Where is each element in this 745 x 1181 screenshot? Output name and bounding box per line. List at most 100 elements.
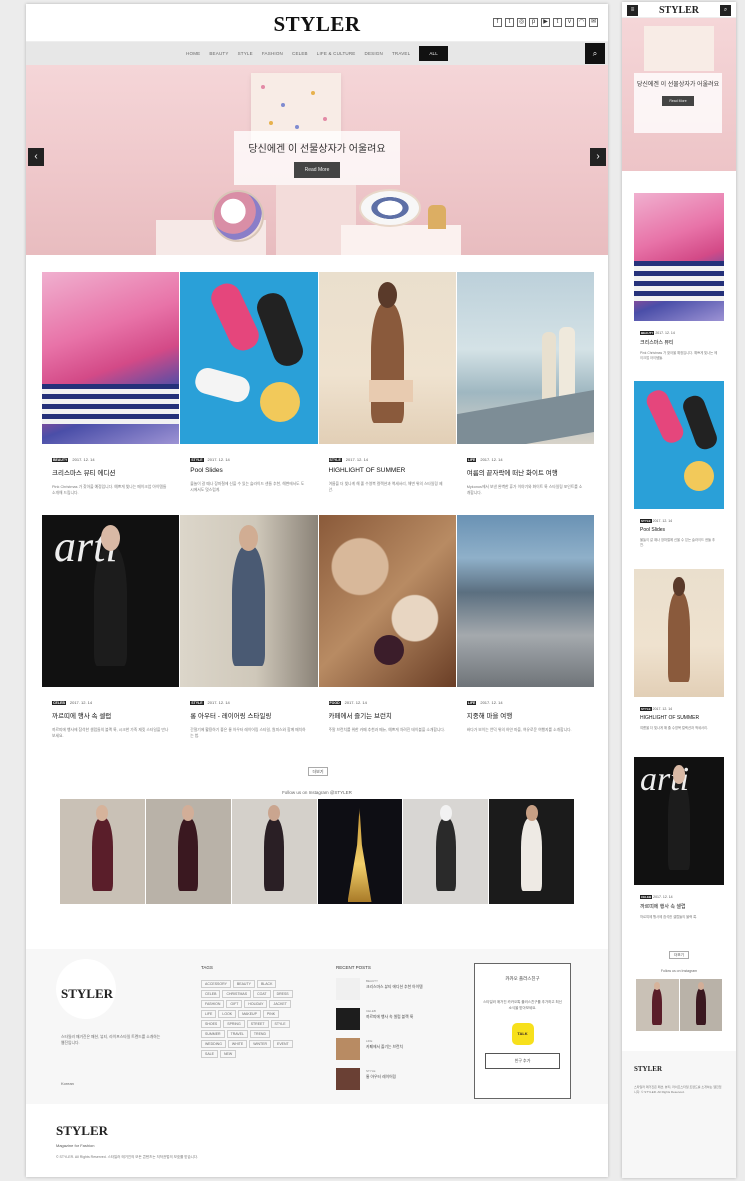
post-title[interactable]: 크리스마스 뷰티 에디션 <box>52 467 169 477</box>
tag-link[interactable]: WEDDING <box>201 1040 226 1048</box>
tag-link[interactable]: TREND <box>249 1030 270 1038</box>
mobile-footer-logo[interactable]: STYLER <box>634 1065 724 1073</box>
mobile-hero-title[interactable]: 당신에겐 이 선물상자가 어울려요 <box>634 81 722 89</box>
tag-link[interactable]: NEW <box>219 1050 237 1058</box>
recent-post[interactable]: LIFE 카페에서 즐기는 브런치 <box>336 1038 446 1060</box>
recent-post-thumb[interactable] <box>336 1038 360 1060</box>
nav-item-design[interactable]: DESIGN <box>365 51 383 56</box>
hero-title[interactable]: 당신에겐 이 선물상자가 어울려요 <box>234 140 400 155</box>
post-card[interactable]: LIFE 2017. 12. 14 지중해 마을 여행 바다가 보이는 언덕 위의… <box>456 515 594 739</box>
mobile-post-card[interactable]: STYLE 2017. 12. 14 HIGHLIGHT OF SUMMER 여… <box>634 569 724 757</box>
post-title[interactable]: 까르띠에 행사 속 셀럽 <box>640 903 718 910</box>
post-title[interactable]: HIGHLIGHT OF SUMMER <box>640 715 718 721</box>
tag-link[interactable]: LOOK <box>218 1010 237 1018</box>
tag-link[interactable]: STREET <box>246 1020 269 1028</box>
mobile-logo[interactable]: STYLER <box>622 2 736 16</box>
instagram-photo[interactable] <box>60 799 145 904</box>
instagram-photo[interactable] <box>489 799 574 904</box>
recent-post[interactable]: CELEB 까르띠에 행사 속 셀럽 블랙 룩 <box>336 1008 446 1030</box>
tag-link[interactable]: BLACK <box>256 980 277 988</box>
instagram-photo[interactable] <box>317 799 403 904</box>
post-title[interactable]: 크리스마스 뷰티 <box>640 339 718 346</box>
slider-next-icon[interactable]: › <box>590 148 606 166</box>
search-icon[interactable]: ⌕ <box>720 5 731 16</box>
tag-link[interactable]: EVENT <box>273 1040 293 1048</box>
post-title[interactable]: Pool Slides <box>190 467 307 474</box>
recent-post[interactable]: BEAUTY 크리스마스 뷰티 에디션 추천 아이템 <box>336 978 446 1000</box>
post-thumbnail[interactable] <box>318 272 456 444</box>
tag-link[interactable]: COAT <box>253 990 271 998</box>
tag-link[interactable]: DRESS <box>272 990 293 998</box>
recent-post[interactable]: STYLE 롱 아우터 레이어링 <box>336 1068 446 1090</box>
tag-link[interactable]: TRAVEL <box>226 1030 248 1038</box>
post-card[interactable]: LIFE 2017. 12. 14 여름의 끝자락에 떠난 화이트 여행 Myko… <box>456 272 594 496</box>
search-icon[interactable]: ⌕ <box>585 43 605 64</box>
recent-post-thumb[interactable] <box>336 1068 360 1090</box>
tag-link[interactable]: CELEB <box>201 990 221 998</box>
nav-item-style[interactable]: STYLE <box>238 51 253 56</box>
mobile-read-more-button[interactable]: Read More <box>662 96 694 106</box>
post-title[interactable]: 롱 아우터 - 레이어링 스타일링 <box>190 710 307 720</box>
tag-link[interactable]: LIFE <box>201 1010 217 1018</box>
tag-link[interactable]: GIFT <box>226 1000 243 1008</box>
tag-link[interactable]: SALE <box>201 1050 218 1058</box>
facebook-icon[interactable]: f <box>493 18 502 27</box>
twitter-icon[interactable]: t <box>505 18 514 27</box>
tag-link[interactable]: CHRISTMAS <box>222 990 252 998</box>
tag-link[interactable]: WHITE <box>227 1040 248 1048</box>
tag-link[interactable]: STYLE <box>270 1020 290 1028</box>
post-thumbnail[interactable] <box>318 515 456 687</box>
nav-item-celeb[interactable]: CELEB <box>292 51 308 56</box>
load-more-button[interactable]: 더보기 <box>308 767 328 776</box>
post-card[interactable]: FOOD 2017. 12. 14 카페에서 즐기는 브런치 주말 브런치를 위한… <box>318 515 456 739</box>
tag-link[interactable]: MAKEUP <box>238 1010 261 1018</box>
post-thumbnail[interactable] <box>42 272 180 444</box>
nav-item-fashion[interactable]: FASHION <box>262 51 283 56</box>
nav-item-home[interactable]: HOME <box>186 51 200 56</box>
post-title[interactable]: 카페에서 즐기는 브런치 <box>329 710 446 720</box>
post-thumbnail[interactable]: arti <box>42 515 180 687</box>
post-thumbnail[interactable]: arti <box>634 757 724 885</box>
post-title[interactable]: 까르띠에 행사 속 셀럽 <box>52 710 169 720</box>
post-thumbnail[interactable] <box>634 193 724 321</box>
mobile-post-card[interactable]: STYLE 2017. 12. 14 Pool Slides 물놀이 갈 때나 … <box>634 381 724 569</box>
menu-icon[interactable]: ≡ <box>627 5 638 16</box>
tag-link[interactable]: SHOES <box>201 1020 222 1028</box>
post-thumbnail[interactable] <box>634 569 724 697</box>
post-card[interactable]: STYLE 2017. 12. 14 HIGHLIGHT OF SUMMER 여름… <box>318 272 456 496</box>
pinterest-icon[interactable]: p <box>529 18 538 27</box>
rss-icon[interactable]: ◠ <box>577 18 586 27</box>
post-title[interactable]: Pool Slides <box>640 527 718 533</box>
nav-item-all[interactable]: ALL <box>419 46 448 61</box>
recent-post-title[interactable]: 크리스마스 뷰티 에디션 추천 아이템 <box>366 985 423 989</box>
post-title[interactable]: HIGHLIGHT OF SUMMER <box>329 467 446 474</box>
post-thumbnail[interactable] <box>634 381 724 509</box>
tag-link[interactable]: WINTER <box>249 1040 272 1048</box>
recent-post-title[interactable]: 카페에서 즐기는 브런치 <box>366 1045 403 1049</box>
recent-post-thumb[interactable] <box>336 978 360 1000</box>
slider-prev-icon[interactable]: ‹ <box>28 148 44 166</box>
tag-link[interactable]: PINK <box>262 1010 280 1018</box>
instagram-photo[interactable] <box>679 979 722 1031</box>
nav-item-life-culture[interactable]: LIFE & CULTURE <box>317 51 356 56</box>
post-title[interactable]: 지중해 마을 여행 <box>467 710 584 720</box>
mobile-post-card[interactable]: arti CELEB 2017. 12. 14 까르띠에 행사 속 셀럽 까르띠… <box>634 757 724 945</box>
email-icon[interactable]: ✉ <box>589 18 598 27</box>
post-card[interactable]: BEAUTY 2017. 12. 14 크리스마스 뷰티 에디션 Pink Chr… <box>42 272 180 496</box>
tag-link[interactable]: ACCESSORY <box>201 980 231 988</box>
post-thumbnail[interactable] <box>456 515 594 687</box>
tumblr-icon[interactable]: t <box>553 18 562 27</box>
tag-link[interactable]: FASHION <box>201 1000 225 1008</box>
post-thumbnail[interactable] <box>180 515 318 687</box>
vimeo-icon[interactable]: v <box>565 18 574 27</box>
mobile-post-card[interactable]: BEAUTY 2017. 12. 14 크리스마스 뷰티 Pink Christ… <box>634 193 724 381</box>
nav-item-travel[interactable]: TRAVEL <box>392 51 410 56</box>
recent-post-title[interactable]: 롱 아우터 레이어링 <box>366 1075 396 1079</box>
post-card[interactable]: arti CELEB 2017. 12. 14 까르띠에 행사 속 셀럽 까르띠에… <box>42 515 180 739</box>
tag-link[interactable]: JACKET <box>269 1000 291 1008</box>
tag-link[interactable]: SUMMER <box>201 1030 225 1038</box>
recent-post-thumb[interactable] <box>336 1008 360 1030</box>
instagram-photo[interactable] <box>145 799 231 904</box>
language-selector[interactable]: Korean <box>61 1081 74 1086</box>
post-thumbnail[interactable] <box>180 272 318 444</box>
